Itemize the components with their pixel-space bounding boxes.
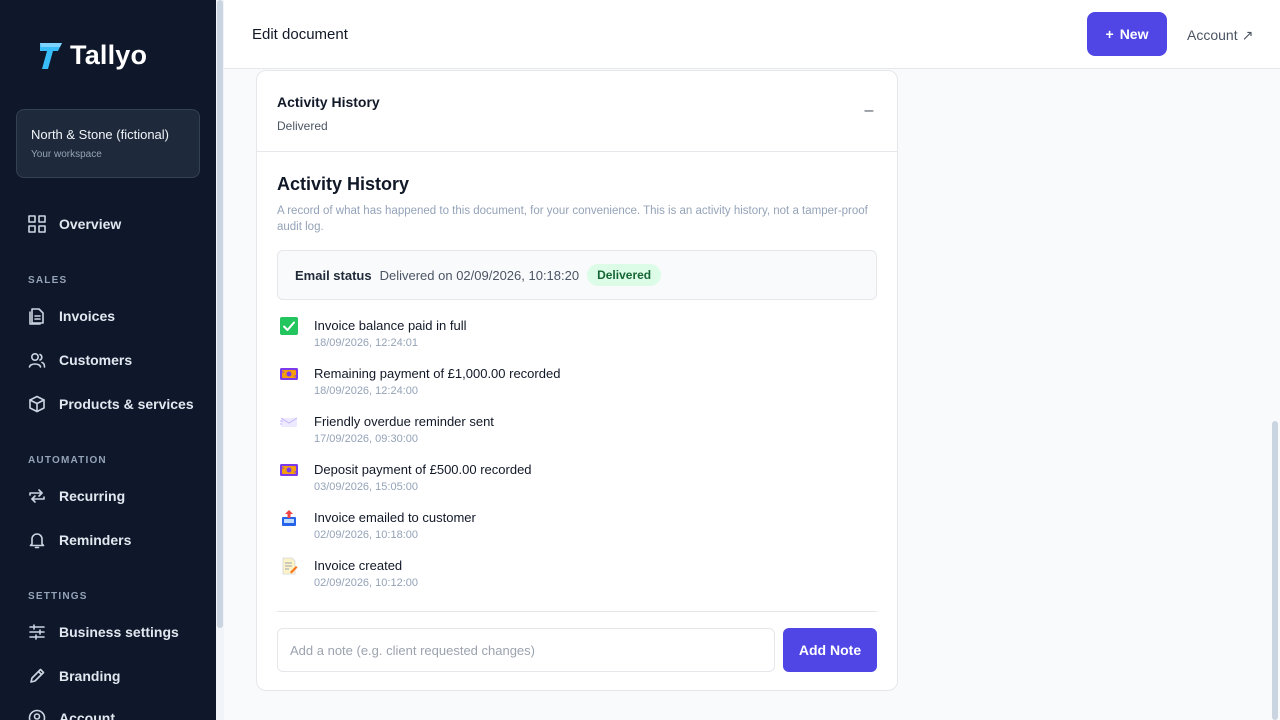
document-icon	[29, 308, 44, 325]
sidebar-item-customers[interactable]: Customers	[28, 350, 132, 370]
sidebar-scrollbar[interactable]	[216, 0, 224, 720]
list-item: Invoice created 02/09/2026, 10:12:00	[277, 556, 877, 596]
card-header[interactable]: Activity History Delivered –	[257, 71, 897, 152]
external-link-icon: ↗	[1241, 27, 1254, 43]
activity-label: Deposit payment of £500.00 recorded	[314, 462, 532, 477]
activity-timestamp: 18/09/2026, 12:24:00	[314, 385, 418, 397]
list-item: Invoice balance paid in full 18/09/2026,…	[277, 316, 877, 356]
app-name: Tallyo	[70, 40, 148, 70]
list-item: Remaining payment of £1,000.00 recorded …	[277, 364, 877, 404]
activity-timestamp: 02/09/2026, 10:12:00	[314, 577, 418, 589]
sidebar-item-label: Invoices	[59, 308, 116, 324]
box-icon	[29, 395, 45, 413]
sidebar-item-label: Customers	[59, 352, 133, 368]
sidebar-scrollbar-thumb[interactable]	[217, 0, 223, 628]
card-title: Activity History	[277, 94, 380, 110]
card-subtitle: Delivered	[277, 119, 328, 133]
top-header: Edit document + New Account ↗	[224, 0, 1280, 69]
activity-label: Invoice created	[314, 558, 403, 573]
activity-timestamp: 02/09/2026, 10:18:00	[314, 529, 418, 541]
envelope-icon	[280, 417, 298, 427]
sidebar-item-reminders[interactable]: Reminders	[28, 530, 131, 550]
new-button-label: New	[1119, 26, 1149, 42]
pencil-icon	[30, 668, 45, 683]
users-icon	[28, 352, 46, 368]
sidebar-item-label: Products & services	[59, 396, 194, 412]
sidebar-item-label: Branding	[59, 668, 121, 684]
money-icon	[280, 464, 298, 476]
email-status-label: Email status	[295, 267, 372, 283]
check-icon	[280, 317, 298, 335]
sidebar-item-label: Overview	[59, 216, 122, 232]
activity-label: Invoice balance paid in full	[314, 318, 467, 333]
list-item: Deposit payment of £500.00 recorded 03/0…	[277, 460, 877, 500]
sidebar-item-label: Account	[59, 710, 115, 720]
sidebar-item-branding[interactable]: Branding	[28, 666, 120, 686]
sidebar-section-automation: AUTOMATION	[28, 455, 107, 466]
sidebar-item-label: Reminders	[59, 532, 132, 548]
activity-timestamp: 03/09/2026, 15:05:00	[314, 481, 418, 493]
new-button[interactable]: + New	[1087, 12, 1167, 56]
sidebar-section-sales: SALES	[28, 275, 68, 286]
add-note-button[interactable]: Add Note	[783, 628, 877, 672]
sidebar-item-products[interactable]: Products & services	[28, 394, 194, 414]
list-item: Invoice emailed to customer 02/09/2026, …	[277, 508, 877, 548]
section-description: A record of what has happened to this do…	[277, 205, 868, 233]
activity-label: Friendly overdue reminder sent	[314, 414, 494, 429]
sidebar-item-invoices[interactable]: Invoices	[28, 306, 115, 326]
sidebar-item-business-settings[interactable]: Business settings	[28, 622, 179, 642]
workspace-name: North & Stone (fictional)	[31, 127, 170, 142]
memo-icon	[282, 557, 298, 575]
section-title: Activity History	[277, 174, 410, 194]
sliders-icon	[29, 624, 45, 640]
sidebar: Tallyo North & Stone (fictional) Your wo…	[0, 0, 216, 720]
main-scrollbar[interactable]	[1270, 69, 1280, 720]
workspace-switcher[interactable]: North & Stone (fictional) Your workspace	[16, 109, 200, 178]
email-status-value: Delivered on 02/09/2026, 10:18:20	[379, 267, 580, 283]
workspace-subtitle: Your workspace	[31, 149, 102, 160]
activity-timestamp: 17/09/2026, 09:30:00	[314, 433, 418, 445]
activity-label: Remaining payment of £1,000.00 recorded	[314, 366, 561, 381]
activity-history-card: Activity History Delivered – Activity Hi…	[256, 70, 898, 691]
note-input[interactable]	[277, 628, 775, 672]
sidebar-item-account[interactable]: Account	[28, 708, 115, 720]
main-scrollbar-thumb[interactable]	[1272, 421, 1278, 720]
grid-icon	[28, 215, 46, 233]
sidebar-item-overview[interactable]: Overview	[28, 214, 121, 234]
money-icon	[280, 368, 298, 380]
plus-icon: +	[1105, 26, 1114, 42]
sidebar-item-recurring[interactable]: Recurring	[28, 486, 125, 506]
sidebar-section-settings: SETTINGS	[28, 591, 88, 602]
activity-label: Invoice emailed to customer	[314, 510, 476, 525]
divider	[277, 611, 877, 612]
app-logo[interactable]: Tallyo	[38, 40, 147, 71]
account-link-label: Account	[1187, 27, 1238, 43]
status-badge: Delivered	[587, 264, 662, 286]
activity-timestamp: 18/09/2026, 12:24:01	[314, 337, 418, 349]
tallyo-logo-icon	[40, 42, 62, 69]
user-circle-icon	[28, 709, 46, 720]
page-title: Edit document	[252, 26, 348, 43]
repeat-icon	[29, 489, 45, 503]
list-item: Friendly overdue reminder sent 17/09/202…	[277, 412, 877, 452]
bell-icon	[29, 533, 45, 549]
email-status-box: Email status Delivered on 02/09/2026, 10…	[277, 250, 877, 300]
account-link[interactable]: Account ↗	[1187, 27, 1253, 44]
sidebar-item-label: Business settings	[59, 624, 179, 640]
collapse-icon[interactable]: –	[861, 101, 877, 121]
outbox-icon	[282, 510, 296, 526]
sidebar-item-label: Recurring	[59, 488, 126, 504]
